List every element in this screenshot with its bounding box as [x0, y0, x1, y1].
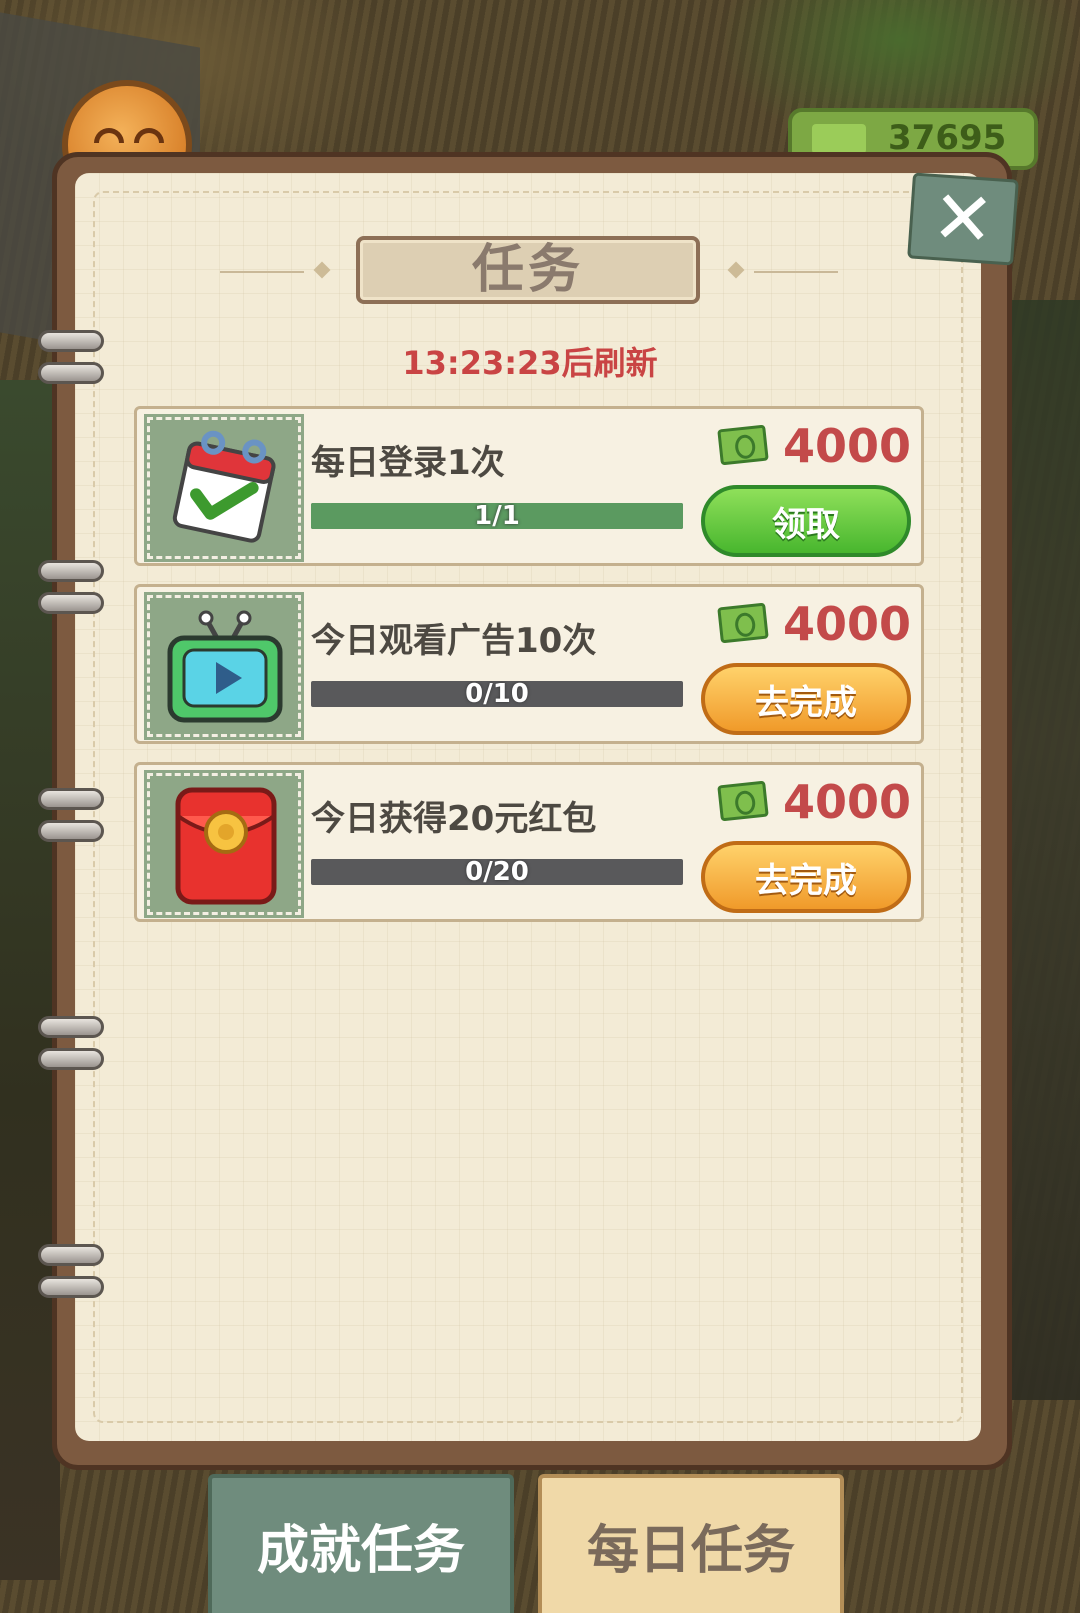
go-complete-button[interactable]: 去完成: [701, 663, 911, 735]
task-reward: 4000: [783, 597, 912, 651]
task-progress-bar: 1/1: [311, 503, 683, 529]
smiley-eye: [134, 128, 164, 143]
spiral-ring: [38, 1048, 104, 1070]
panel-title: 任务: [356, 236, 700, 304]
task-title: 每日登录1次: [311, 443, 505, 483]
panel-title-text: 任务: [471, 240, 584, 300]
spiral-ring: [38, 1016, 104, 1038]
cash-reward-icon: [717, 780, 769, 822]
task-stamp: [144, 592, 304, 740]
close-button[interactable]: ✕: [907, 172, 1019, 266]
go-complete-button[interactable]: 去完成: [701, 841, 911, 913]
spiral-ring: [38, 1244, 104, 1266]
spiral-ring: [38, 560, 104, 582]
task-stamp: [144, 414, 304, 562]
smiley-eye: [94, 128, 124, 143]
task-reward: 4000: [783, 775, 912, 829]
refresh-timer: 13:23:23后刷新: [402, 344, 658, 382]
close-icon: ✕: [929, 173, 997, 265]
task-stamp: [144, 770, 304, 918]
task-progress-text: 0/20: [465, 859, 529, 885]
spiral-ring: [38, 362, 104, 384]
tab-daily-tasks[interactable]: 每日任务: [538, 1474, 844, 1613]
tab-achievement-tasks[interactable]: 成就任务: [208, 1474, 514, 1613]
task-progress-bar: 0/20: [311, 859, 683, 885]
tv-play-icon: [167, 610, 283, 723]
task-reward: 4000: [783, 419, 912, 473]
task-progress-bar: 0/10: [311, 681, 683, 707]
spiral-ring: [38, 1276, 104, 1298]
claim-button[interactable]: 领取: [701, 485, 911, 557]
task-row-watch-ads: 今日观看广告10次 0/10 4000 去完成: [134, 584, 924, 744]
task-progress-text: 0/10: [465, 681, 529, 707]
cash-reward-icon: [717, 424, 769, 466]
task-title: 今日观看广告10次: [311, 621, 597, 661]
cash-reward-icon: [717, 602, 769, 644]
spiral-ring: [38, 788, 104, 810]
task-progress-text: 1/1: [474, 503, 520, 529]
spiral-ring: [38, 820, 104, 842]
spiral-ring: [38, 592, 104, 614]
calendar-check-icon: [172, 430, 276, 543]
red-envelope-icon: [175, 787, 277, 905]
task-title: 今日获得20元红包: [311, 799, 597, 839]
task-row-red-envelope: 今日获得20元红包 0/20 4000 去完成: [134, 762, 924, 922]
spiral-ring: [38, 330, 104, 352]
task-row-daily-login: 每日登录1次 1/1 4000 领取: [134, 406, 924, 566]
title-deco-line: [754, 271, 838, 273]
title-deco-line: [220, 271, 304, 273]
cash-icon: [812, 124, 866, 154]
